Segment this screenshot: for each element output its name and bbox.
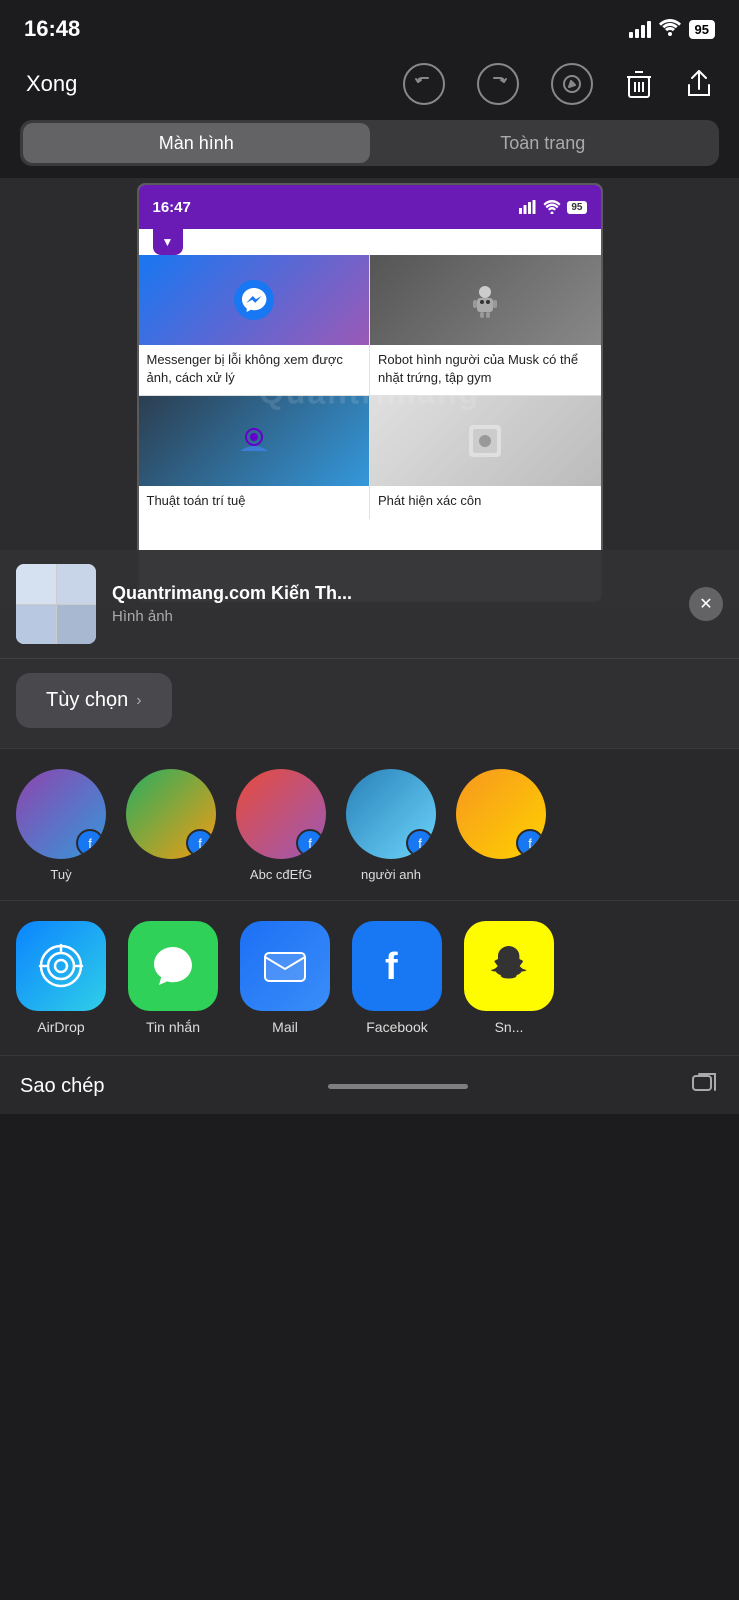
share-button[interactable] xyxy=(679,63,719,105)
pen-icon xyxy=(551,63,593,105)
toolbar-action-icons xyxy=(397,57,719,111)
bottom-strip: Sao chép xyxy=(0,1055,739,1114)
screenshot-battery: 95 xyxy=(567,201,586,214)
share-header: Quantrimang.com Kiến Th... Hình ảnh ✕ xyxy=(0,550,739,658)
more-icon[interactable] xyxy=(691,1070,719,1104)
snapchat-label: Sn... xyxy=(495,1019,524,1035)
app-item-airdrop[interactable]: AirDrop xyxy=(16,921,106,1035)
messenger-badge-icon: f xyxy=(88,836,92,851)
screenshot-inner-time: 16:47 xyxy=(153,199,191,216)
status-bar: 16:48 95 xyxy=(0,0,739,54)
screenshot-inner-header: 16:47 95 xyxy=(139,185,601,229)
share-title: Quantrimang.com Kiến Th... xyxy=(112,583,673,604)
messenger-badge-icon-2: f xyxy=(198,836,202,851)
contact-item-1[interactable]: f Tuỳ xyxy=(16,769,106,884)
contacts-area: f Tuỳ f f Abc cđEfG xyxy=(0,748,739,900)
messages-label: Tin nhắn xyxy=(146,1019,200,1035)
news-card-1: Messenger bị lỗi không xem được ảnh, các… xyxy=(139,255,370,395)
done-button[interactable]: Xong xyxy=(20,65,83,103)
copy-label[interactable]: Sao chép xyxy=(20,1075,105,1098)
redo-button[interactable] xyxy=(471,57,525,111)
facebook-icon: f xyxy=(352,921,442,1011)
airdrop-icon xyxy=(16,921,106,1011)
messages-icon xyxy=(128,921,218,1011)
news-title-1: Messenger bị lỗi không xem được ảnh, các… xyxy=(139,345,370,395)
mail-label: Mail xyxy=(272,1019,298,1035)
app-item-messages[interactable]: Tin nhắn xyxy=(128,921,218,1035)
battery-indicator: 95 xyxy=(689,20,715,39)
app-item-facebook[interactable]: f Facebook xyxy=(352,921,442,1035)
undo-button[interactable] xyxy=(397,57,451,111)
contact-avatar-4: f xyxy=(346,769,436,859)
contact-item-2[interactable]: f xyxy=(126,769,216,884)
contact-badge-5: f xyxy=(516,829,544,857)
messenger-badge-icon-4: f xyxy=(418,836,422,851)
news-title-3: Thuật toán trí tuệ xyxy=(139,486,370,518)
screenshot-dropdown: ▼ xyxy=(153,229,183,255)
app-item-mail[interactable]: Mail xyxy=(240,921,330,1035)
trash-button[interactable] xyxy=(619,63,659,105)
signal-icon xyxy=(629,20,651,38)
share-sheet: Quantrimang.com Kiến Th... Hình ảnh ✕ Tù… xyxy=(0,550,739,1600)
news-card-3: Thuật toán trí tuệ xyxy=(139,396,370,518)
options-chevron-icon: › xyxy=(136,692,141,710)
news-title-2: Robot hình người của Musk có thể nhặt tr… xyxy=(370,345,601,395)
svg-text:f: f xyxy=(385,946,398,988)
top-toolbar: Xong xyxy=(0,54,739,114)
contact-item-5[interactable]: f xyxy=(456,769,546,884)
news-grid: Messenger bị lỗi không xem được ảnh, các… xyxy=(139,255,601,519)
contact-badge-3: f xyxy=(296,829,324,857)
share-subtitle: Hình ảnh xyxy=(112,608,673,625)
contact-name-1: Tuỳ xyxy=(50,867,71,884)
news-thumb-detect xyxy=(370,396,601,486)
contact-badge-2: f xyxy=(186,829,214,857)
contact-avatar-1: f xyxy=(16,769,106,859)
share-info: Quantrimang.com Kiến Th... Hình ảnh xyxy=(112,583,673,625)
undo-icon xyxy=(403,63,445,105)
news-card-4: Phát hiện xác côn xyxy=(370,396,601,518)
segment-fullpage-button[interactable]: Toàn trang xyxy=(370,123,717,163)
status-time: 16:48 xyxy=(24,16,80,42)
contact-item-4[interactable]: f người anh xyxy=(346,769,436,884)
contact-badge-1: f xyxy=(76,829,104,857)
messenger-badge-icon-5: f xyxy=(528,836,532,851)
mail-icon xyxy=(240,921,330,1011)
share-thumbnail xyxy=(16,564,96,644)
news-thumb-robot xyxy=(370,255,601,345)
airdrop-label: AirDrop xyxy=(37,1019,84,1035)
messenger-badge-icon-3: f xyxy=(308,836,312,851)
apps-area: AirDrop Tin nhắn Mail xyxy=(0,900,739,1055)
news-thumb-messenger xyxy=(139,255,370,345)
contact-name-3: Abc cđEfG xyxy=(250,867,312,884)
wifi-icon xyxy=(659,18,681,41)
contacts-scroll: f Tuỳ f f Abc cđEfG xyxy=(0,769,739,884)
contact-item-3[interactable]: f Abc cđEfG xyxy=(236,769,326,884)
snapchat-icon xyxy=(464,921,554,1011)
news-thumb-ai xyxy=(139,396,370,486)
share-close-button[interactable]: ✕ xyxy=(689,587,723,621)
screenshot-inner-icons: 95 xyxy=(519,200,586,214)
status-icons: 95 xyxy=(629,18,715,41)
screenshot-frame: 16:47 95 ▼ xyxy=(137,183,603,603)
news-title-4: Phát hiện xác côn xyxy=(370,486,601,518)
contact-avatar-5: f xyxy=(456,769,546,859)
facebook-label: Facebook xyxy=(366,1019,427,1035)
bottom-handle xyxy=(328,1084,468,1089)
segment-screen-button[interactable]: Màn hình xyxy=(23,123,370,163)
contact-avatar-2: f xyxy=(126,769,216,859)
news-card-2: Robot hình người của Musk có thể nhặt tr… xyxy=(370,255,601,395)
contact-badge-4: f xyxy=(406,829,434,857)
contact-avatar-3: f xyxy=(236,769,326,859)
segment-control: Màn hình Toàn trang xyxy=(20,120,719,166)
contact-name-4: người anh xyxy=(361,867,421,884)
apps-scroll: AirDrop Tin nhắn Mail xyxy=(16,921,723,1035)
markup-button[interactable] xyxy=(545,57,599,111)
app-item-snapchat[interactable]: Sn... xyxy=(464,921,554,1035)
options-area: Tùy chọn › xyxy=(0,658,739,748)
redo-icon xyxy=(477,63,519,105)
options-label: Tùy chọn xyxy=(46,689,128,712)
preview-area: 16:47 95 ▼ xyxy=(0,178,739,608)
options-button[interactable]: Tùy chọn › xyxy=(16,673,172,728)
